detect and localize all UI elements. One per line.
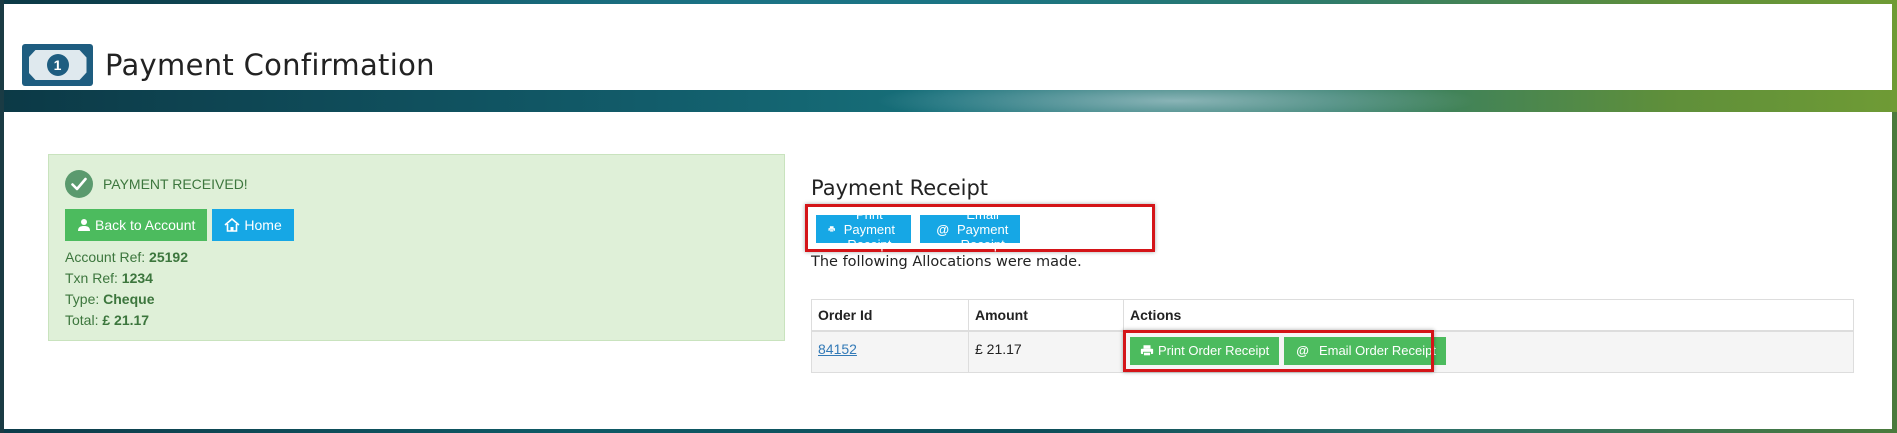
print-payment-receipt-button[interactable]: Print Payment Receipt [816, 207, 912, 252]
check-circle-icon [65, 170, 93, 198]
total-value: £ 21.17 [102, 312, 150, 328]
account-ref-line: Account Ref: 25192 [65, 249, 188, 265]
status-row: PAYMENT RECEIVED! [65, 170, 248, 198]
allocations-text: The following Allocations were made. [811, 254, 1082, 270]
receipt-buttons: Print Payment Receipt @ Email Payment Re… [811, 207, 1025, 252]
order-buttons-highlight [1123, 329, 1434, 372]
payment-receipt-section: Payment Receipt Print Payment Receipt @ … [805, 176, 1155, 252]
email-payment-receipt-button[interactable]: @ Email Payment Receipt [920, 207, 1021, 252]
table-header-row: Order Id Amount Actions [811, 299, 1854, 332]
order-id-link[interactable]: 84152 [818, 341, 857, 357]
txn-ref-line: Txn Ref: 1234 [65, 270, 153, 286]
total-line: Total: £ 21.17 [65, 312, 150, 328]
home-icon [224, 218, 240, 232]
back-to-account-button[interactable]: Back to Account [65, 209, 208, 241]
amount-cell: £ 21.17 [968, 330, 1124, 373]
actions-header: Actions [1123, 299, 1854, 332]
email-payment-receipt-label: Email Payment Receipt [957, 206, 1009, 252]
user-icon [78, 219, 90, 231]
banknote-icon: 1 [22, 44, 93, 86]
back-to-account-label: Back to Account [95, 217, 196, 233]
status-message: PAYMENT RECEIVED! [103, 176, 248, 192]
home-label: Home [244, 217, 282, 233]
print-payment-receipt-label: Print Payment Receipt [843, 206, 896, 252]
table-row: 84152 £ 21.17 Print Order Receipt @ Emai… [811, 329, 1854, 373]
allocations-table: Order Id Amount Actions 84152 £ 21.17 Pr… [811, 299, 1854, 373]
payment-status-panel: PAYMENT RECEIVED! Back to Account Home A… [48, 154, 785, 341]
status-buttons: Back to Account Home [65, 209, 294, 241]
page-title: Payment Confirmation [105, 48, 435, 82]
type-line: Type: Cheque [65, 291, 155, 307]
type-value: Cheque [103, 291, 155, 307]
at-icon: @ [936, 221, 949, 237]
payment-details: Account Ref: 25192 Txn Ref: 1234 Type: C… [65, 247, 188, 331]
order-id-header: Order Id [811, 299, 969, 332]
main-content: PAYMENT RECEIVED! Back to Account Home A… [4, 112, 1892, 429]
home-button[interactable]: Home [212, 209, 294, 241]
receipt-title: Payment Receipt [811, 176, 989, 200]
logo-number: 1 [46, 54, 69, 76]
txn-ref-value: 1234 [121, 270, 153, 286]
header-card: 1 Payment Confirmation [4, 4, 1892, 90]
account-ref-value: 25192 [149, 249, 188, 265]
amount-header: Amount [968, 299, 1124, 332]
printer-icon [828, 226, 835, 233]
title-row: 1 Payment Confirmation [22, 44, 435, 86]
